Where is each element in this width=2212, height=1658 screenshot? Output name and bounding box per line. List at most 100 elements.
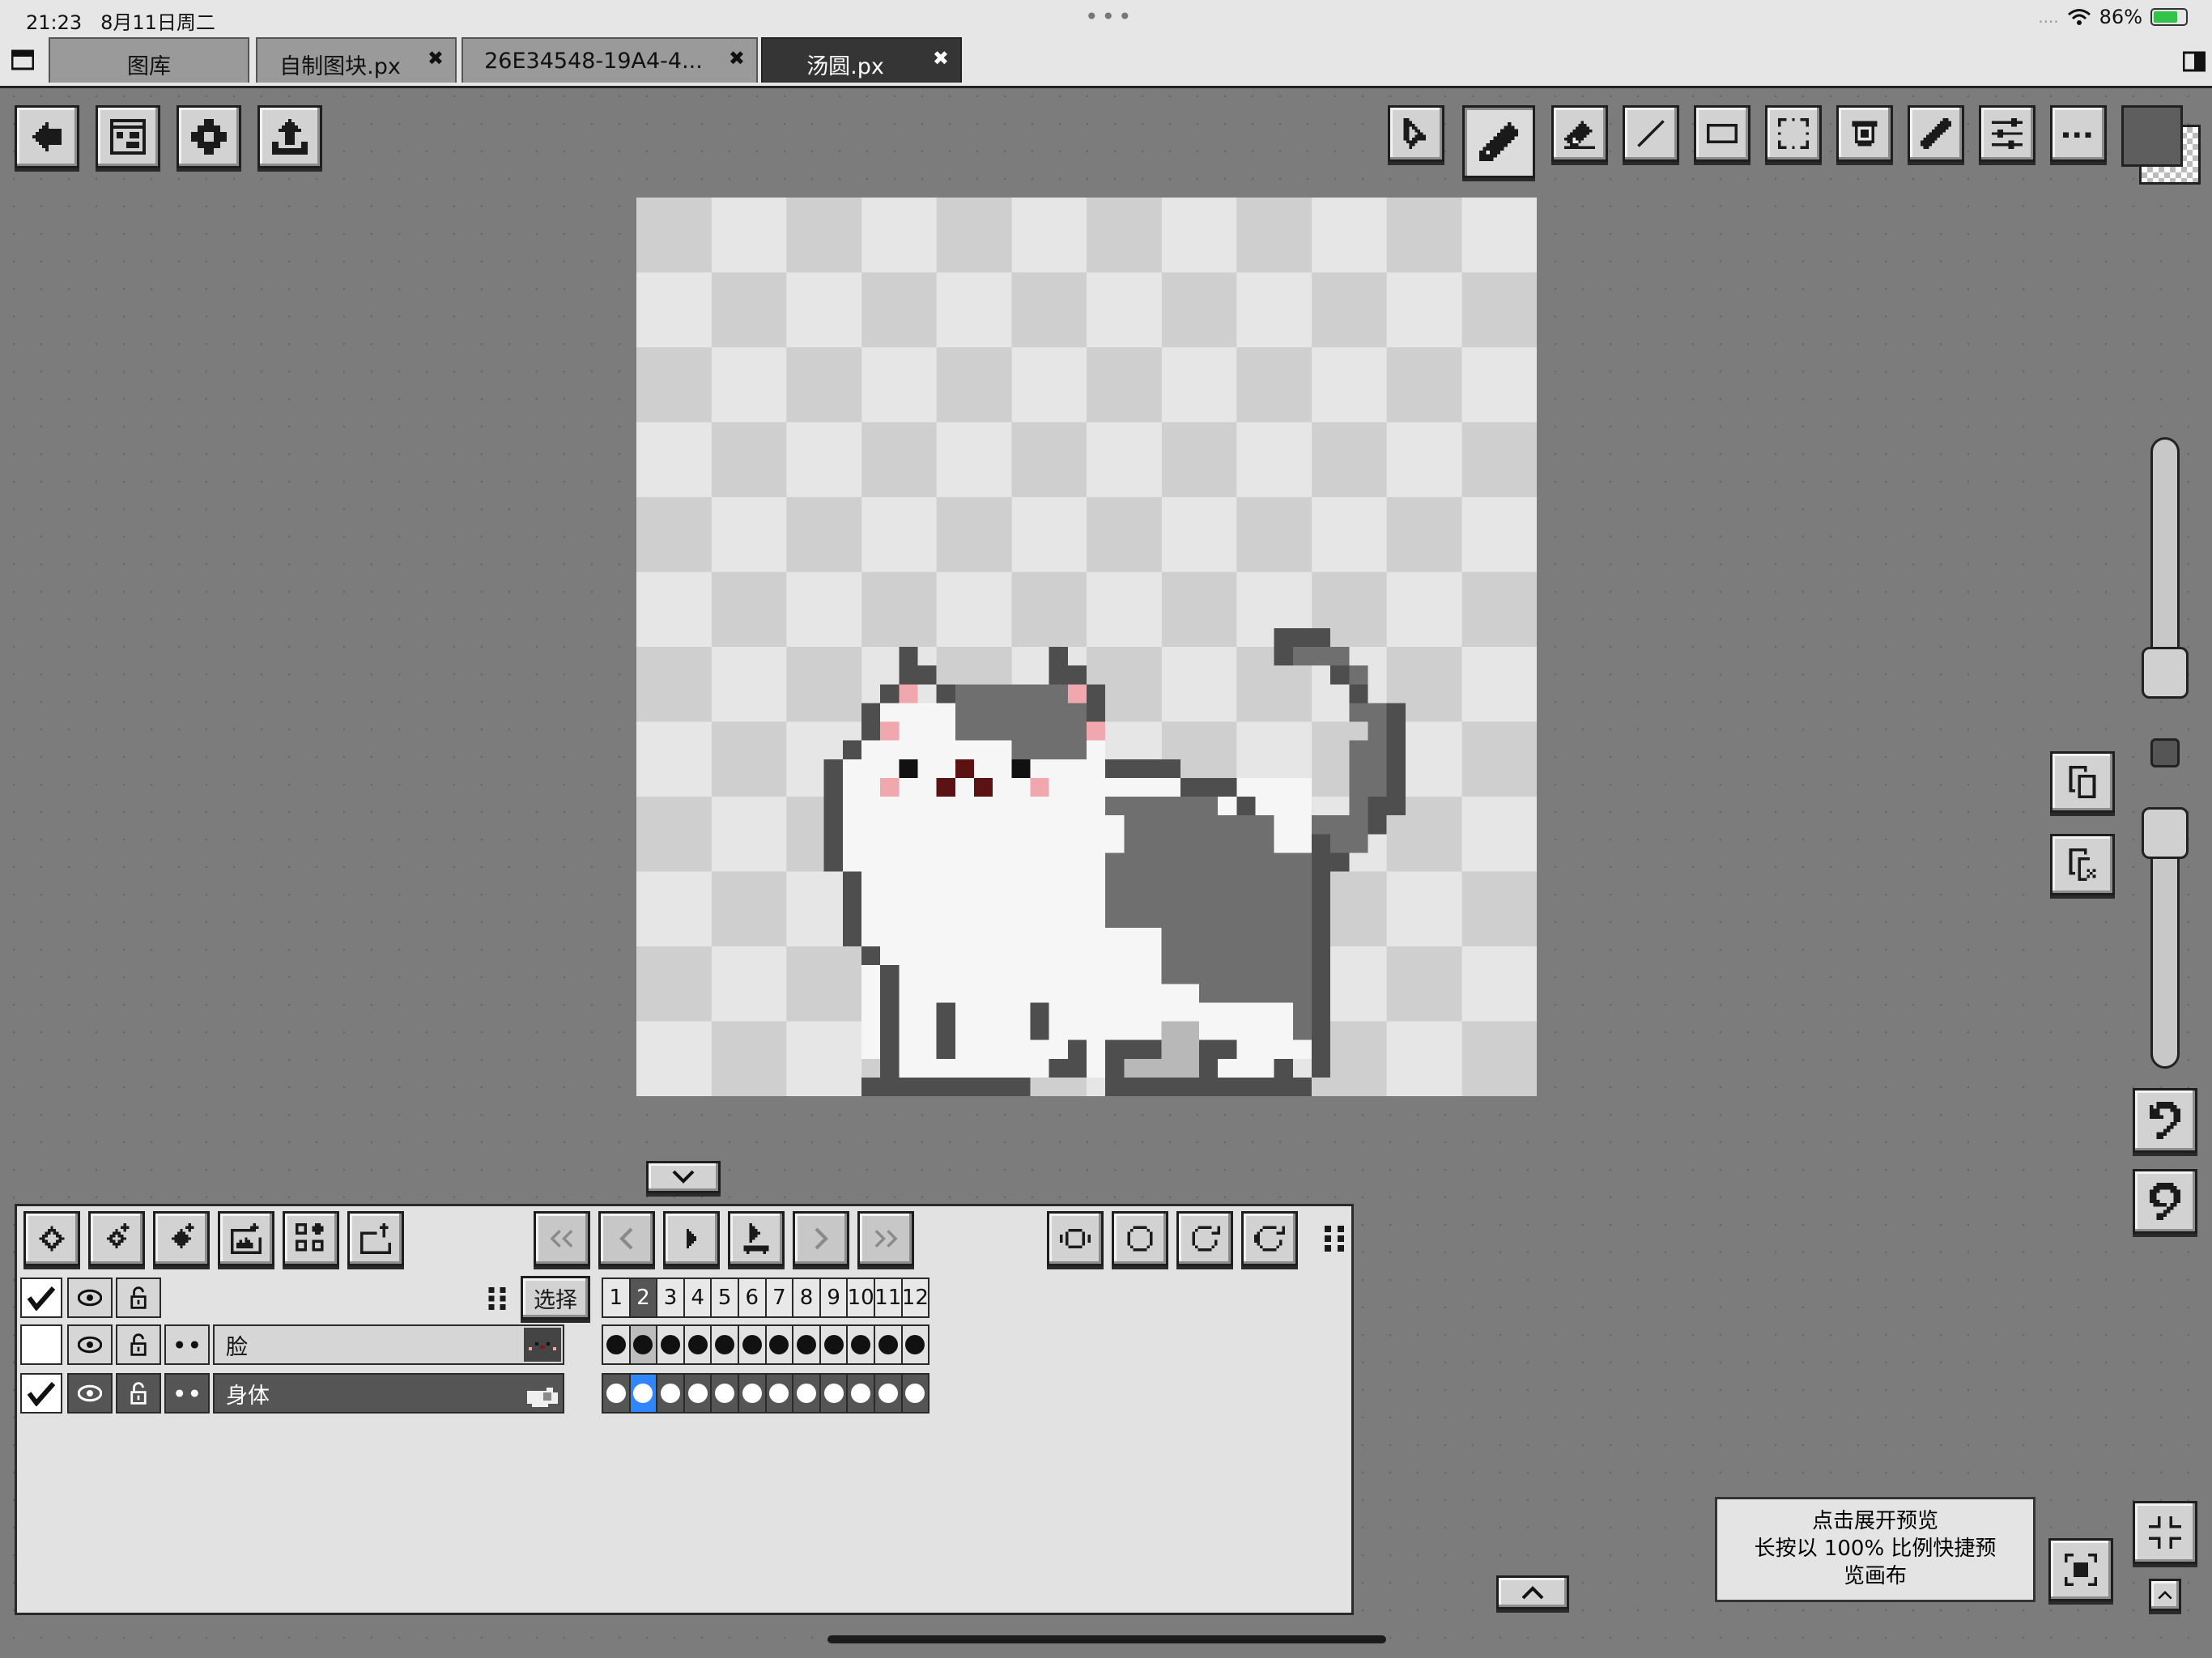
header-check-all[interactable] — [20, 1278, 62, 1318]
loop-pingpong-button[interactable] — [1047, 1211, 1104, 1266]
frame-number-11[interactable]: 11 — [874, 1278, 903, 1318]
settings-button[interactable] — [177, 105, 241, 168]
frame-cell[interactable] — [764, 1373, 794, 1414]
frame-cell[interactable] — [738, 1324, 767, 1365]
slider-handle[interactable] — [2142, 807, 2189, 859]
back-button[interactable] — [15, 105, 79, 168]
pencil-button[interactable] — [1462, 105, 1535, 178]
frame-cell[interactable] — [819, 1373, 849, 1414]
play-button[interactable] — [663, 1211, 720, 1266]
marquee-button[interactable] — [1765, 105, 1822, 162]
sidebar-icon[interactable] — [11, 49, 34, 71]
frame-number-5[interactable]: 5 — [710, 1278, 739, 1318]
loop-once-button[interactable] — [1176, 1211, 1233, 1266]
more-button[interactable] — [2050, 105, 2107, 162]
expand-panel-button[interactable] — [1496, 1575, 1569, 1609]
frame-number-3[interactable]: 3 — [656, 1278, 685, 1318]
frame-number-7[interactable]: 7 — [764, 1278, 794, 1318]
last-frame-button[interactable] — [857, 1211, 914, 1266]
frame-cell[interactable] — [602, 1324, 631, 1365]
eraser-button[interactable] — [1551, 105, 1608, 162]
tab-gallery[interactable]: 图库 — [49, 37, 249, 83]
frame-cell[interactable] — [683, 1373, 713, 1414]
frame-cell[interactable] — [874, 1324, 903, 1365]
slider-handle[interactable] — [2142, 647, 2189, 699]
frame-cell[interactable] — [656, 1324, 685, 1365]
primary-color-swatch[interactable] — [2121, 105, 2183, 167]
tab-tangyuan[interactable]: 汤圆.px ✖ — [761, 37, 962, 83]
undo-button[interactable] — [2133, 1088, 2197, 1153]
frame-number-12[interactable]: 12 — [900, 1278, 930, 1318]
frame-cell[interactable] — [628, 1324, 658, 1365]
layer-name-cell[interactable]: 身体 — [213, 1373, 564, 1414]
drag-handle-icon[interactable] — [1324, 1226, 1345, 1252]
header-visibility[interactable] — [67, 1278, 113, 1318]
layer-lock-toggle[interactable] — [116, 1324, 161, 1365]
layer-visibility-toggle[interactable] — [67, 1373, 113, 1414]
frame-cell[interactable] — [764, 1324, 794, 1365]
prev-frame-button[interactable] — [598, 1211, 655, 1266]
loop-all-button[interactable] — [1241, 1211, 1298, 1266]
color-preview-small[interactable] — [2150, 738, 2180, 767]
frame-number-6[interactable]: 6 — [738, 1278, 767, 1318]
redo-button[interactable] — [2133, 1169, 2197, 1234]
frame-number-4[interactable]: 4 — [683, 1278, 713, 1318]
select-pointer-button[interactable] — [1388, 105, 1444, 162]
grid-add-button[interactable] — [283, 1211, 339, 1266]
frame-number-1[interactable]: 1 — [602, 1278, 631, 1318]
delete-frame-button[interactable] — [2050, 834, 2115, 895]
eyedropper-button[interactable] — [1908, 105, 1964, 162]
frame-cell[interactable] — [900, 1324, 930, 1365]
frame-cell[interactable] — [683, 1324, 713, 1365]
collapse-panel-button[interactable] — [646, 1161, 721, 1193]
layer-merge-button[interactable] — [153, 1211, 210, 1266]
image-add-button[interactable] — [218, 1211, 274, 1266]
frame-cell[interactable] — [792, 1373, 821, 1414]
expand-preview-button[interactable] — [2048, 1538, 2113, 1601]
multitask-dots-icon[interactable]: ••• — [1085, 3, 1135, 30]
frame-cell[interactable] — [846, 1373, 875, 1414]
rectangle-button[interactable] — [1694, 105, 1750, 162]
export-button[interactable] — [257, 105, 322, 168]
layer-add-button[interactable] — [88, 1211, 145, 1266]
line-button[interactable] — [1623, 105, 1679, 162]
layer-name-cell[interactable]: 脸 — [213, 1324, 564, 1365]
layer-checkbox[interactable] — [20, 1324, 62, 1365]
brush-size-slider[interactable] — [2142, 437, 2189, 699]
frame-cell[interactable] — [792, 1324, 821, 1365]
adjust-button[interactable] — [1979, 105, 2035, 162]
onion-skin-button[interactable] — [728, 1211, 785, 1266]
frame-cell[interactable] — [900, 1373, 930, 1414]
layer-back-button[interactable] — [23, 1211, 80, 1266]
header-lock[interactable] — [116, 1278, 161, 1318]
frame-number-8[interactable]: 8 — [792, 1278, 821, 1318]
layer-onion-toggle[interactable] — [164, 1324, 210, 1365]
layer-onion-toggle[interactable] — [164, 1373, 210, 1414]
opacity-slider[interactable] — [2142, 807, 2189, 1069]
frame-cell[interactable] — [846, 1324, 875, 1365]
frame-number-2[interactable]: 2 — [628, 1278, 658, 1318]
layer-checkbox[interactable] — [20, 1373, 62, 1414]
canvas-button[interactable] — [96, 105, 160, 168]
sidebar-right-icon[interactable] — [2183, 50, 2206, 73]
first-frame-button[interactable] — [534, 1211, 590, 1266]
layer-visibility-toggle[interactable] — [67, 1324, 113, 1365]
pixel-canvas[interactable] — [636, 198, 1537, 1096]
next-frame-button[interactable] — [793, 1211, 849, 1266]
color-swatch[interactable] — [2121, 105, 2202, 185]
tab-tiles[interactable]: 自制图块.px ✖ — [256, 37, 457, 83]
drag-handle-icon[interactable] — [488, 1287, 506, 1310]
copy-frame-button[interactable] — [2050, 751, 2115, 813]
frame-cell[interactable] — [819, 1324, 849, 1365]
frame-number-9[interactable]: 9 — [819, 1278, 849, 1318]
tab-close-icon[interactable]: ✖ — [428, 47, 444, 70]
loop-off-button[interactable] — [1112, 1211, 1168, 1266]
fill-bucket-button[interactable] — [1836, 105, 1893, 162]
frame-cell[interactable] — [874, 1373, 903, 1414]
tab-close-icon[interactable]: ✖ — [933, 47, 949, 70]
frame-cell[interactable] — [628, 1373, 658, 1414]
frame-number-10[interactable]: 10 — [846, 1278, 875, 1318]
tab-close-icon[interactable]: ✖ — [729, 47, 745, 70]
select-frames-button[interactable]: 选择 — [521, 1276, 590, 1320]
shrink-preview-button[interactable] — [2133, 1501, 2197, 1564]
